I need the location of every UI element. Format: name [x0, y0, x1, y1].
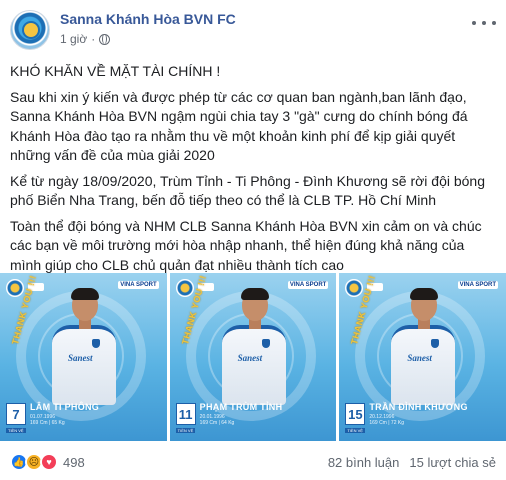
player-name: TRẦN ĐÌNH KHƯƠNG — [369, 402, 468, 412]
post-paragraph-headline: KHÓ KHĂN VỀ MẶT TÀI CHÍNH ! — [10, 63, 221, 79]
player-stats: 169 Cm | 65 Kg — [30, 420, 65, 426]
player-stats: 169 Cm | 72 Kg — [369, 420, 404, 426]
jersey — [221, 325, 286, 405]
player-position: TIỀN VỆ — [345, 428, 365, 433]
club-logo-icon — [345, 279, 364, 297]
player-hair — [410, 288, 439, 300]
post-image-grid: VINA SPORT THANK YOU !!! Sanest 7 LÂM TI… — [0, 273, 506, 441]
jersey-brand: Sanest — [237, 353, 263, 363]
engagement-stats: 82 bình luận 15 lượt chia sẻ — [328, 455, 496, 470]
player-position: TIỀN VỆ — [6, 428, 26, 433]
page-avatar[interactable] — [10, 10, 50, 50]
jersey-brand: Sanest — [68, 353, 93, 363]
more-options-icon[interactable] — [472, 16, 496, 30]
vina-sport-logo: VINA SPORT — [118, 281, 159, 289]
reactions-summary[interactable]: 👍 ☹ ♥ 498 — [10, 453, 85, 471]
player-number: 11 — [175, 403, 196, 425]
club-logo-icon — [175, 279, 194, 297]
post-paragraph: Toàn thể đội bóng và NHM CLB Sanna Khánh… — [10, 217, 482, 273]
globe-icon — [99, 33, 111, 45]
jersey — [391, 325, 456, 405]
meta-separator: · — [91, 32, 96, 46]
post-paragraph: Kể từ ngày 18/09/2020, Trùm Tỉnh - Ti Ph… — [10, 172, 486, 209]
club-logo-icon — [6, 279, 24, 297]
player-hair — [240, 288, 269, 300]
player-info: 01.07.1996 169 Cm | 65 Kg — [30, 414, 65, 426]
player-image-3[interactable]: VINA SPORT THANK YOU !!! Sanest 15 TRẦN … — [339, 273, 506, 441]
post-card: Sanna Khánh Hòa BVN FC 1 giờ · KHÓ KHĂN … — [0, 0, 506, 480]
player-position: TIỀN VỆ — [175, 428, 196, 433]
player-info: 20.12.1996 169 Cm | 72 Kg — [369, 414, 404, 426]
jersey-brand: Sanest — [407, 353, 432, 363]
post-content: KHÓ KHĂN VỀ MẶT TÀI CHÍNH ! Sau khi xin … — [10, 62, 494, 281]
player-name: LÂM TI PHÔNG — [30, 402, 100, 412]
comments-count-link[interactable]: 82 bình luận — [328, 455, 400, 470]
shares-count-link[interactable]: 15 lượt chia sẻ — [409, 455, 496, 470]
jersey — [52, 325, 116, 405]
jersey-badge-icon — [92, 339, 100, 348]
page-name-link[interactable]: Sanna Khánh Hòa BVN FC — [60, 11, 236, 27]
jersey-badge-icon — [261, 339, 270, 348]
vina-sport-logo: VINA SPORT — [457, 281, 499, 289]
player-stats: 169 Cm | 64 Kg — [199, 420, 235, 426]
post-time[interactable]: 1 giờ — [60, 32, 87, 46]
reaction-count[interactable]: 498 — [63, 455, 85, 470]
player-hair — [71, 288, 99, 300]
vina-sport-logo: VINA SPORT — [287, 281, 329, 289]
player-info: 20.01.1996 169 Cm | 64 Kg — [200, 414, 235, 426]
post-footer: 👍 ☹ ♥ 498 82 bình luận 15 lượt chia sẻ — [10, 450, 496, 474]
player-image-1[interactable]: VINA SPORT THANK YOU !!! Sanest 7 LÂM TI… — [0, 273, 167, 441]
player-number: 15 — [345, 403, 366, 425]
club-crest-icon — [24, 23, 38, 37]
post-meta: 1 giờ · — [60, 32, 111, 46]
post-header: Sanna Khánh Hòa BVN FC 1 giờ · — [10, 10, 496, 56]
player-number: 7 — [6, 403, 26, 425]
post-paragraph: Sau khi xin ý kiến và được phép từ các c… — [10, 88, 468, 164]
player-image-2[interactable]: VINA SPORT THANK YOU !!! Sanest 11 PHẠM … — [169, 273, 337, 441]
player-name: PHẠM TRÙM TỈNH — [199, 402, 283, 412]
love-icon: ♥ — [40, 453, 58, 471]
